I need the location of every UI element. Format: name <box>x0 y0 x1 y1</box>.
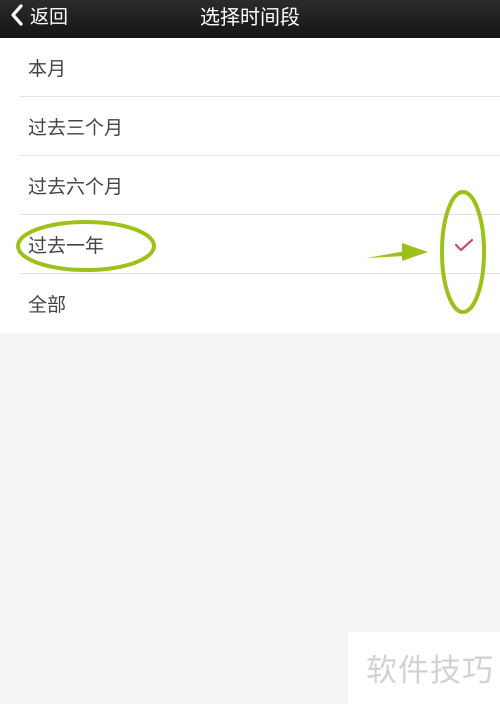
option-label: 本月 <box>28 58 67 80</box>
option-past-year[interactable]: 过去一年 <box>0 215 500 274</box>
option-label: 过去一年 <box>28 235 105 257</box>
option-label: 全部 <box>28 294 67 316</box>
chevron-left-icon <box>11 4 23 26</box>
option-label: 过去六个月 <box>28 176 124 198</box>
option-past-six-months[interactable]: 过去六个月 <box>0 156 500 215</box>
checkmark-icon <box>454 238 474 251</box>
top-bar: 返回 选择时间段 <box>0 0 500 38</box>
page-title: 选择时间段 <box>200 4 300 29</box>
back-label: 返回 <box>30 5 69 28</box>
option-all[interactable]: 全部 <box>0 274 500 333</box>
option-label: 过去三个月 <box>28 117 124 139</box>
option-this-month[interactable]: 本月 <box>0 38 500 97</box>
period-list: 本月 过去三个月 过去六个月 过去一年 全部 <box>0 38 500 333</box>
watermark: 软件技巧 <box>366 653 494 689</box>
back-button[interactable]: 返回 <box>10 0 68 30</box>
option-past-three-months[interactable]: 过去三个月 <box>0 97 500 156</box>
